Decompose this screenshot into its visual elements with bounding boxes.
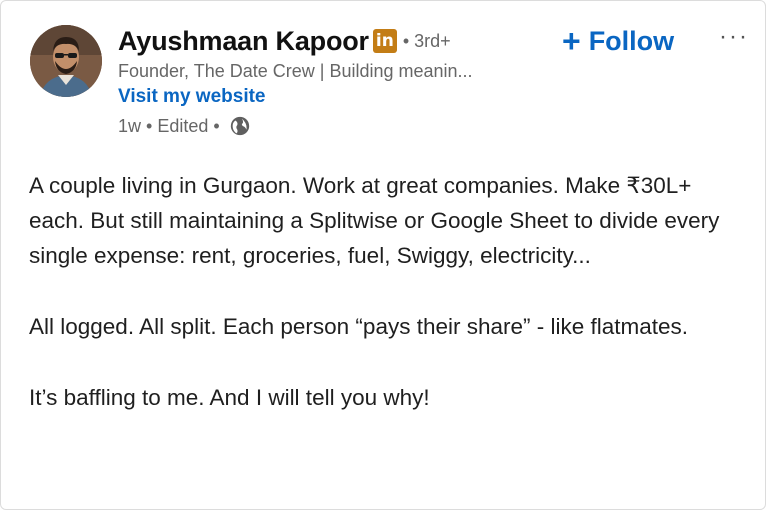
meta-separator: • (213, 115, 220, 136)
post-paragraph: It’s baffling to me. And I will tell you… (29, 385, 430, 410)
author-name-row: Ayushmaan Kapoor in • 3rd+ (118, 22, 638, 60)
visit-website-link[interactable]: Visit my website (118, 86, 638, 108)
plus-icon: + (562, 23, 581, 59)
author-headline: Founder, The Date Crew | Building meanin… (118, 61, 473, 81)
post-header: Ayushmaan Kapoor in • 3rd+ Founder, The … (118, 22, 638, 138)
linkedin-premium-icon: in (372, 29, 397, 53)
author-name[interactable]: Ayushmaan Kapoor (118, 26, 369, 57)
post-body: A couple living in Gurgaon. Work at grea… (29, 168, 749, 451)
globe-icon (230, 116, 249, 136)
post-paragraph: All logged. All split. Each person “pays… (29, 314, 689, 339)
author-avatar[interactable] (30, 25, 102, 97)
connection-degree: • 3rd+ (402, 30, 451, 51)
meta-separator: • (146, 115, 153, 136)
more-options-icon[interactable]: ··· (714, 22, 754, 52)
follow-button[interactable]: + Follow (562, 22, 674, 60)
edited-label: Edited (157, 115, 209, 136)
post-paragraph: A couple living in Gurgaon. Work at grea… (29, 173, 720, 268)
follow-label: Follow (588, 25, 675, 56)
post-time: 1w (118, 115, 142, 136)
post-meta: 1w • Edited • (118, 114, 638, 138)
